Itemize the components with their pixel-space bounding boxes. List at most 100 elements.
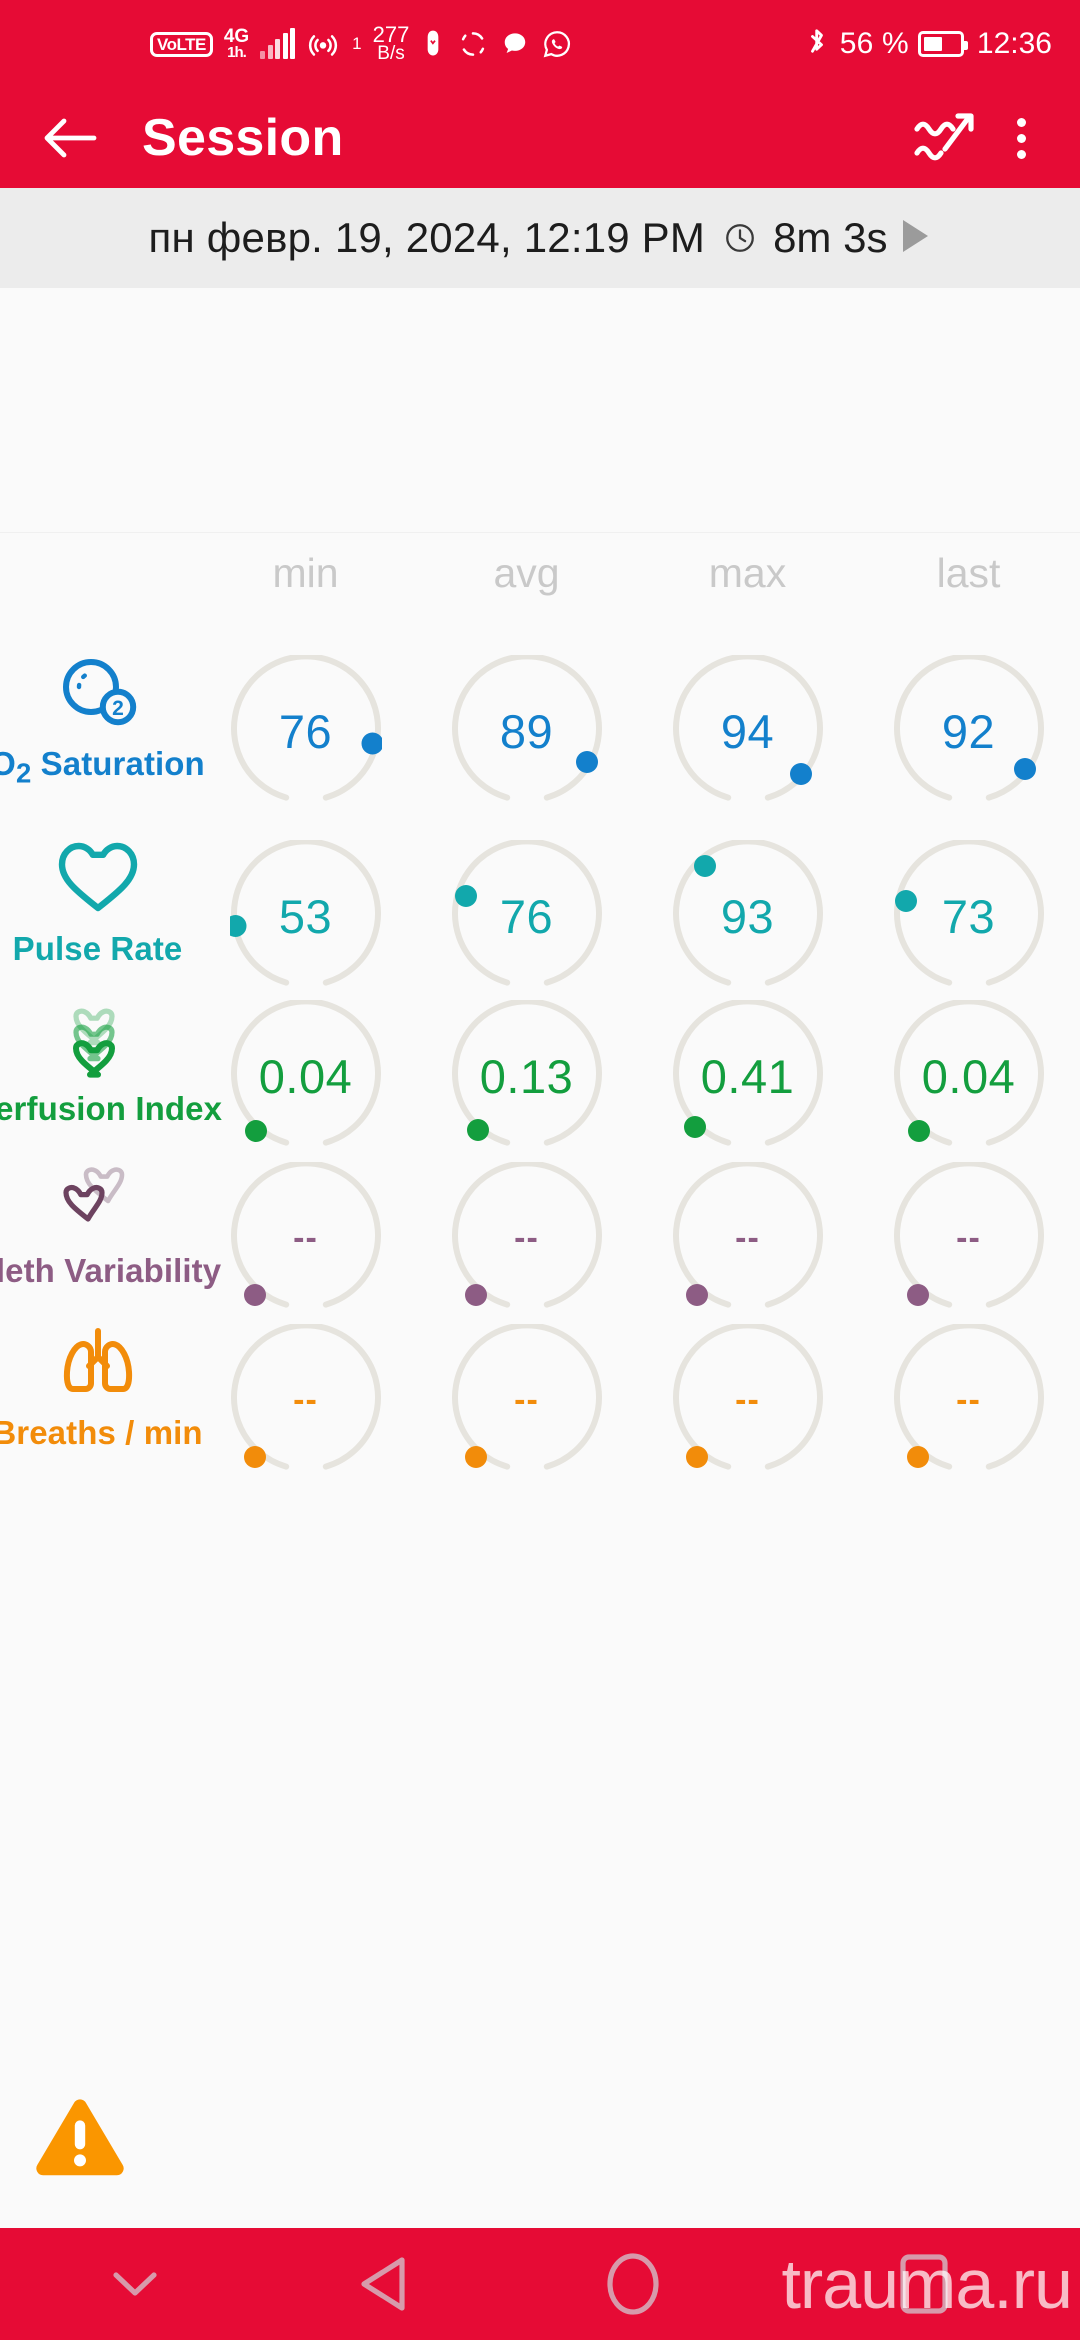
gauge-o2-min: 76: [230, 655, 382, 807]
hide-keyboard-button[interactable]: [0, 2228, 270, 2340]
session-date-text: пн февр. 19, 2024, 12:19 PM: [148, 214, 706, 261]
gauge-o2-max: 94: [672, 655, 824, 807]
gauge-value: 94: [720, 704, 775, 758]
content-divider: [0, 532, 1080, 533]
data-speed-value: 277: [372, 21, 410, 47]
gauge-value: --: [956, 1380, 981, 1419]
gauge-pleth-max: --: [672, 1162, 824, 1314]
gauge-perfusion-max: 0.41: [672, 1000, 824, 1152]
gauge-perfusion-avg: 0.13: [451, 1000, 603, 1152]
system-navigation-bar: [0, 2228, 1080, 2340]
back-nav-button[interactable]: [270, 2228, 498, 2340]
gauge-value: 92: [941, 704, 996, 758]
gauge-pleth-min: --: [230, 1162, 382, 1314]
bluetooth-icon: [803, 26, 831, 62]
gauge-value: 0.04: [921, 1049, 1016, 1103]
gauge-cell: 76: [416, 828, 637, 1015]
o2-bubble-icon: 2: [48, 649, 148, 735]
gauge-perfusion-last: 0.04: [893, 1000, 1045, 1152]
status-bar: VoLTE 4G 1h. 1 277 B/s 56 % 12:36: [0, 0, 1080, 88]
message-icon: [500, 29, 530, 59]
gauge-breaths-max: --: [672, 1324, 824, 1476]
heart-outline-icon: [48, 834, 148, 920]
gauge-o2-avg: 89: [451, 655, 603, 807]
metric-name-pleth-variability: Pleth Variability: [0, 1252, 222, 1289]
warning-button[interactable]: [32, 2096, 128, 2182]
gauge-cell: 89: [416, 643, 637, 830]
gauge-cell: 73: [858, 828, 1079, 1015]
metric-name-perfusion-index: Perfusion Index: [0, 1090, 223, 1127]
gauge-cell: --: [858, 1312, 1079, 1499]
gauge-cell: 0.41: [637, 988, 858, 1175]
metric-row-pulse-rate: Pulse Rate 53 76 93 73: [0, 828, 1080, 1015]
phone-screen: VoLTE 4G 1h. 1 277 B/s 56 % 12:36 Sessio…: [0, 0, 1080, 2340]
session-date-bar[interactable]: пн февр. 19, 2024, 12:19 PM 8m 3s: [0, 188, 1080, 288]
gauge-pulse-max: 93: [672, 840, 824, 992]
status-bar-left-icons: VoLTE 4G 1h. 1 277 B/s: [150, 0, 573, 88]
gauge-cell: 0.13: [416, 988, 637, 1175]
metric-row-breaths-per-min: Breaths / min -- -- -- --: [0, 1312, 1080, 1499]
recents-nav-button[interactable]: [768, 2228, 1080, 2340]
data-speed-unit: B/s: [377, 43, 405, 65]
metric-row-pleth-variability: Pleth Variability -- -- --: [0, 1150, 1080, 1337]
network-type-icon: 4G 1h.: [224, 27, 249, 61]
double-heart-icon: [48, 1156, 148, 1242]
metric-label-breaths-per-min: Breaths / min: [0, 1312, 203, 1499]
column-header-avg: avg: [493, 550, 560, 596]
gauge-cell: 0.04: [858, 988, 1079, 1175]
network-sub-label: 1h.: [227, 43, 247, 61]
metric-name-breaths-per-min: Breaths / min: [0, 1414, 203, 1451]
gauge-o2-last: 92: [893, 655, 1045, 807]
gauge-value: --: [293, 1218, 318, 1257]
battery-percent-label: 56 %: [839, 27, 909, 60]
column-headers: min avg max last: [0, 550, 1080, 620]
whatsapp-icon: [541, 28, 573, 60]
signal-bars-icon: [260, 28, 296, 59]
gauge-cell: 0.04: [195, 988, 416, 1175]
gauge-cell: --: [637, 1312, 858, 1499]
sync-icon: [457, 28, 489, 60]
trend-chart-button[interactable]: [904, 98, 984, 178]
metric-name-o2-saturation: O2 Saturation: [0, 745, 205, 789]
metric-row-perfusion-index: Perfusion Index 0.04 0.13 0.41: [0, 988, 1080, 1175]
gauge-value: 76: [499, 889, 554, 943]
svg-text:2: 2: [112, 697, 124, 720]
overflow-menu-button[interactable]: [984, 98, 1058, 178]
usb-icon: [420, 28, 446, 60]
gauge-breaths-last: --: [893, 1324, 1045, 1476]
volte-icon: VoLTE: [150, 31, 213, 57]
metric-label-pulse-rate: Pulse Rate: [0, 828, 195, 1015]
gauge-pleth-avg: --: [451, 1162, 603, 1314]
gauge-value: --: [293, 1380, 318, 1419]
gauge-value: 0.04: [258, 1049, 353, 1103]
session-duration: 8m 3s: [773, 214, 888, 261]
back-button[interactable]: [38, 106, 102, 170]
page-title: Session: [142, 109, 344, 167]
status-bar-right-icons: 56 % 12:36: [803, 0, 1052, 88]
gauge-cell: --: [637, 1150, 858, 1337]
more-options-icon: [1016, 117, 1026, 159]
gauge-value: 89: [499, 704, 554, 758]
gauge-cell: 93: [637, 828, 858, 1015]
session-metrics-panel: min avg max last 2 O2 Saturation 76 89 9…: [0, 288, 1080, 2238]
metric-row-o2-saturation: 2 O2 Saturation 76 89 94 92: [0, 643, 1080, 830]
gauge-value: --: [514, 1380, 539, 1419]
app-bar-actions: [904, 98, 1080, 178]
lungs-icon: [48, 1318, 148, 1404]
metric-label-perfusion-index: Perfusion Index: [0, 988, 222, 1175]
column-header-last: last: [936, 550, 1001, 596]
column-header-min: min: [272, 550, 339, 596]
gauge-value: 73: [941, 889, 996, 943]
status-bar-clock: 12:36: [976, 27, 1052, 60]
triple-heart-icon: [48, 994, 148, 1080]
column-header-max: max: [708, 550, 787, 596]
metric-label-pleth-variability: Pleth Variability: [0, 1150, 221, 1337]
gauge-cell: --: [416, 1312, 637, 1499]
play-icon[interactable]: [901, 217, 931, 260]
gauge-breaths-min: --: [230, 1324, 382, 1476]
gauge-value: --: [514, 1218, 539, 1257]
gauge-cell: 53: [195, 828, 416, 1015]
gauge-pulse-avg: 76: [451, 840, 603, 992]
home-nav-button[interactable]: [498, 2228, 768, 2340]
gauge-value: --: [735, 1218, 760, 1257]
